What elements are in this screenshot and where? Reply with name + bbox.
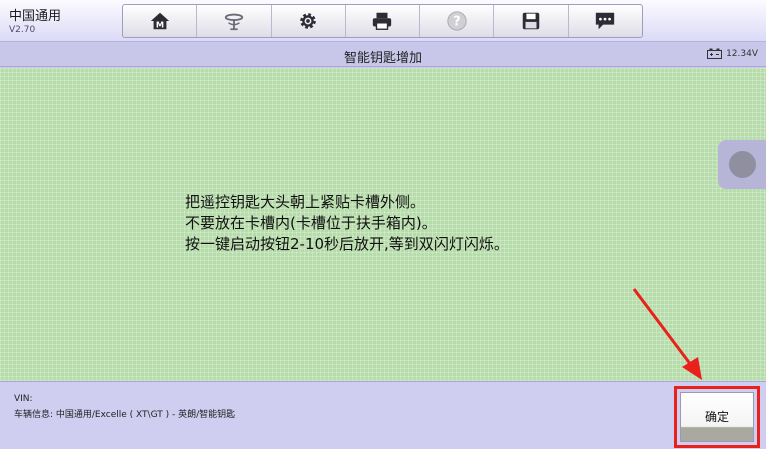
- app-version: V2.70: [9, 25, 36, 35]
- instruction-line: 把遥控钥匙大头朝上紧贴卡槽外侧。: [185, 193, 426, 211]
- svg-text:?: ?: [453, 15, 460, 30]
- vehicle-change-button[interactable]: [197, 5, 272, 37]
- circle-icon: [729, 151, 756, 178]
- instruction-line: 按一键启动按钮2-10秒后放开,等到双闪灯闪烁。: [185, 235, 509, 253]
- tool-strip: M ?: [122, 4, 643, 38]
- battery-voltage: 12.34V: [726, 48, 758, 59]
- page-title: 智能钥匙增加: [343, 51, 422, 66]
- svg-text:M: M: [156, 19, 164, 29]
- save-icon: [522, 12, 540, 30]
- settings-icon: [300, 13, 316, 29]
- vehicle-change-icon: [224, 13, 244, 31]
- print-button[interactable]: [346, 5, 421, 37]
- instruction-text: 把遥控钥匙大头朝上紧贴卡槽外侧。 不要放在卡槽内(卡槽位于扶手箱内)。 按一键启…: [185, 192, 509, 255]
- battery-icon: [707, 48, 723, 59]
- home-button[interactable]: M: [123, 5, 198, 37]
- message-button[interactable]: [569, 5, 642, 37]
- app-title: 中国通用: [9, 9, 62, 24]
- instruction-line: 不要放在卡槽内(卡槽位于扶手箱内)。: [185, 214, 437, 232]
- confirm-highlight: 确定: [674, 386, 760, 448]
- vin-label: VIN:: [14, 394, 33, 404]
- top-toolbar: 中国通用 V2.70 M ?: [0, 0, 766, 42]
- vehicle-info: 车辆信息: 中国通用/Excelle ( XT\GT ) - 英朗/智能钥匙: [14, 410, 236, 420]
- brand: 中国通用 V2.70: [9, 9, 61, 36]
- help-icon: ?: [447, 11, 467, 31]
- battery-status: 12.34V: [707, 48, 758, 59]
- settings-button[interactable]: [272, 5, 346, 37]
- confirm-button[interactable]: 确定: [680, 392, 754, 442]
- floating-assist-button[interactable]: [718, 140, 766, 189]
- message-icon: [596, 12, 615, 30]
- save-button[interactable]: [494, 5, 569, 37]
- title-bar: 智能钥匙增加 12.34V: [0, 43, 766, 67]
- help-button[interactable]: ?: [420, 5, 495, 37]
- pointer-arrow-icon: [632, 288, 702, 380]
- print-icon: [373, 12, 392, 30]
- home-icon: M: [150, 12, 169, 29]
- footer-bar: VIN: 车辆信息: 中国通用/Excelle ( XT\GT ) - 英朗/智…: [0, 381, 766, 449]
